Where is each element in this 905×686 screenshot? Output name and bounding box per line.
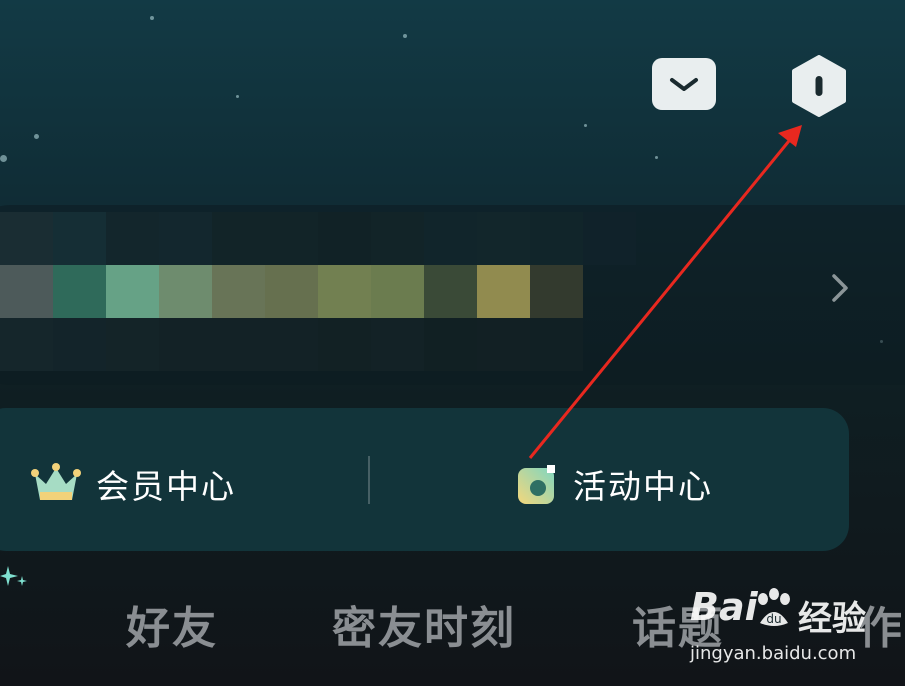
mosaic-row — [0, 212, 636, 265]
tab-close-friends-moments[interactable]: 密友时刻 — [332, 592, 516, 656]
background-star — [236, 95, 239, 98]
watermark-text: 经验 — [798, 599, 866, 639]
svg-text:du: du — [766, 612, 781, 626]
mosaic-row — [0, 265, 583, 318]
crown-icon — [31, 463, 81, 500]
mail-button[interactable] — [652, 58, 716, 110]
activity-icon — [518, 465, 555, 504]
menu-item-label: 会员中心 — [96, 467, 236, 506]
background-star — [0, 155, 7, 162]
menu-divider — [368, 456, 370, 504]
background-star — [584, 124, 587, 127]
background-star — [655, 156, 658, 159]
tab-friends[interactable]: 好友 — [126, 592, 218, 656]
menu-item-label: 活动中心 — [573, 467, 713, 506]
mosaic-row — [0, 318, 583, 371]
sparkle-icon — [0, 566, 27, 586]
settings-button[interactable] — [788, 55, 850, 117]
watermark-url: jingyan.baidu.com — [690, 643, 857, 664]
watermark-brand: Bai — [690, 585, 758, 629]
hexagon-settings-icon — [792, 55, 846, 117]
background-star — [403, 34, 407, 38]
activity-center-button[interactable]: 活动中心 — [515, 456, 713, 512]
envelope-icon — [670, 78, 698, 91]
background-star — [34, 134, 39, 139]
member-center-button[interactable]: 会员中心 — [30, 456, 236, 512]
chevron-right-icon[interactable] — [826, 270, 854, 306]
baidu-jingyan-watermark: Bai du 经验 jingyan.baidu.com — [690, 585, 905, 665]
paw-icon: du — [758, 588, 790, 626]
background-star — [150, 16, 154, 20]
